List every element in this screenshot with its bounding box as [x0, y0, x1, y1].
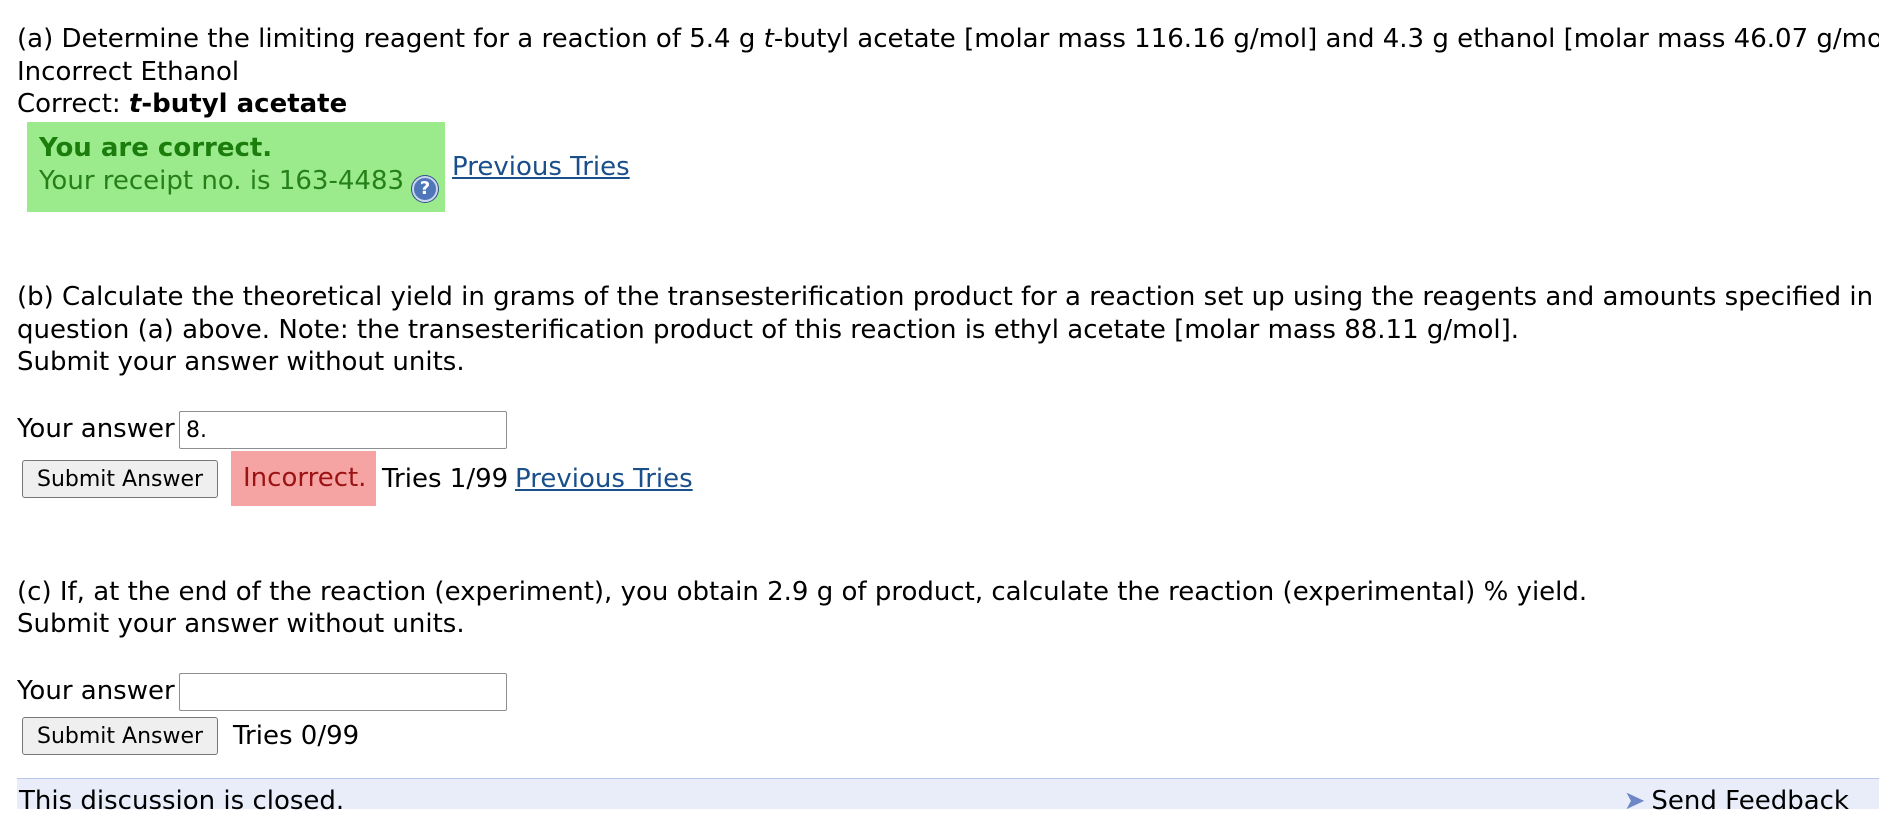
part-c-question: (c) If, at the end of the reaction (expe… — [17, 577, 1588, 607]
correct-label: Correct: — [17, 89, 129, 119]
part-c-submit-button[interactable]: Submit Answer — [22, 717, 219, 755]
receipt-text: Your receipt no. is 163-4483 — [39, 166, 405, 196]
part-a-question-italic: t — [763, 24, 774, 54]
discussion-closed-text: This discussion is closed. — [19, 786, 345, 816]
part-b-submit-button[interactable]: Submit Answer — [22, 460, 219, 498]
part-b-answer-label: Your answer — [17, 414, 175, 444]
part-b-previous-tries-link[interactable]: Previous Tries — [515, 463, 693, 496]
correct-value-italic: t — [128, 89, 142, 119]
part-b-incorrect-badge: Incorrect. — [231, 451, 376, 506]
part-c-tries-count: Tries 0/99 — [233, 721, 360, 751]
send-feedback-link[interactable]: ➤ Send Feedback — [1624, 785, 1849, 818]
part-a-incorrect-answer: Incorrect Ethanol — [17, 57, 240, 87]
part-b-tries-count: Tries 1/99 — [382, 464, 509, 494]
paper-plane-icon: ➤ — [1623, 786, 1646, 816]
part-a-question: (a) Determine the limiting reagent for a… — [17, 23, 1879, 56]
help-icon[interactable]: ? — [412, 176, 439, 202]
discussion-bar: This discussion is closed. ➤ Send Feedbac… — [17, 778, 1879, 816]
part-c-answer-input[interactable] — [179, 673, 507, 711]
receipt-line: Your receipt no. is 163-4483? — [39, 165, 445, 202]
part-a-status-box: You are correct. Your receipt no. is 163… — [27, 122, 445, 212]
part-a-previous-tries-link[interactable]: Previous Tries — [452, 151, 630, 184]
part-b-instruction: Submit your answer without units. — [17, 347, 465, 377]
part-a-correct-answer: Correct: t-butyl acetate — [17, 88, 347, 121]
part-b-question-line-1: (b) Calculate the theoretical yield in g… — [17, 282, 1874, 312]
correct-value: -butyl acetate — [141, 89, 348, 119]
part-c-answer-label: Your answer — [17, 676, 175, 706]
part-b-answer-input[interactable] — [179, 411, 507, 449]
part-a-question-text-end: -butyl acetate [molar mass 116.16 g/mol]… — [773, 24, 1879, 54]
part-c-instruction: Submit your answer without units. — [17, 609, 465, 639]
status-title: You are correct. — [39, 133, 273, 163]
part-b-question-line-2: question (a) above. Note: the transester… — [17, 315, 1520, 345]
part-a-question-text: (a) Determine the limiting reagent for a… — [17, 24, 764, 54]
send-feedback-label: Send Feedback — [1651, 786, 1849, 816]
